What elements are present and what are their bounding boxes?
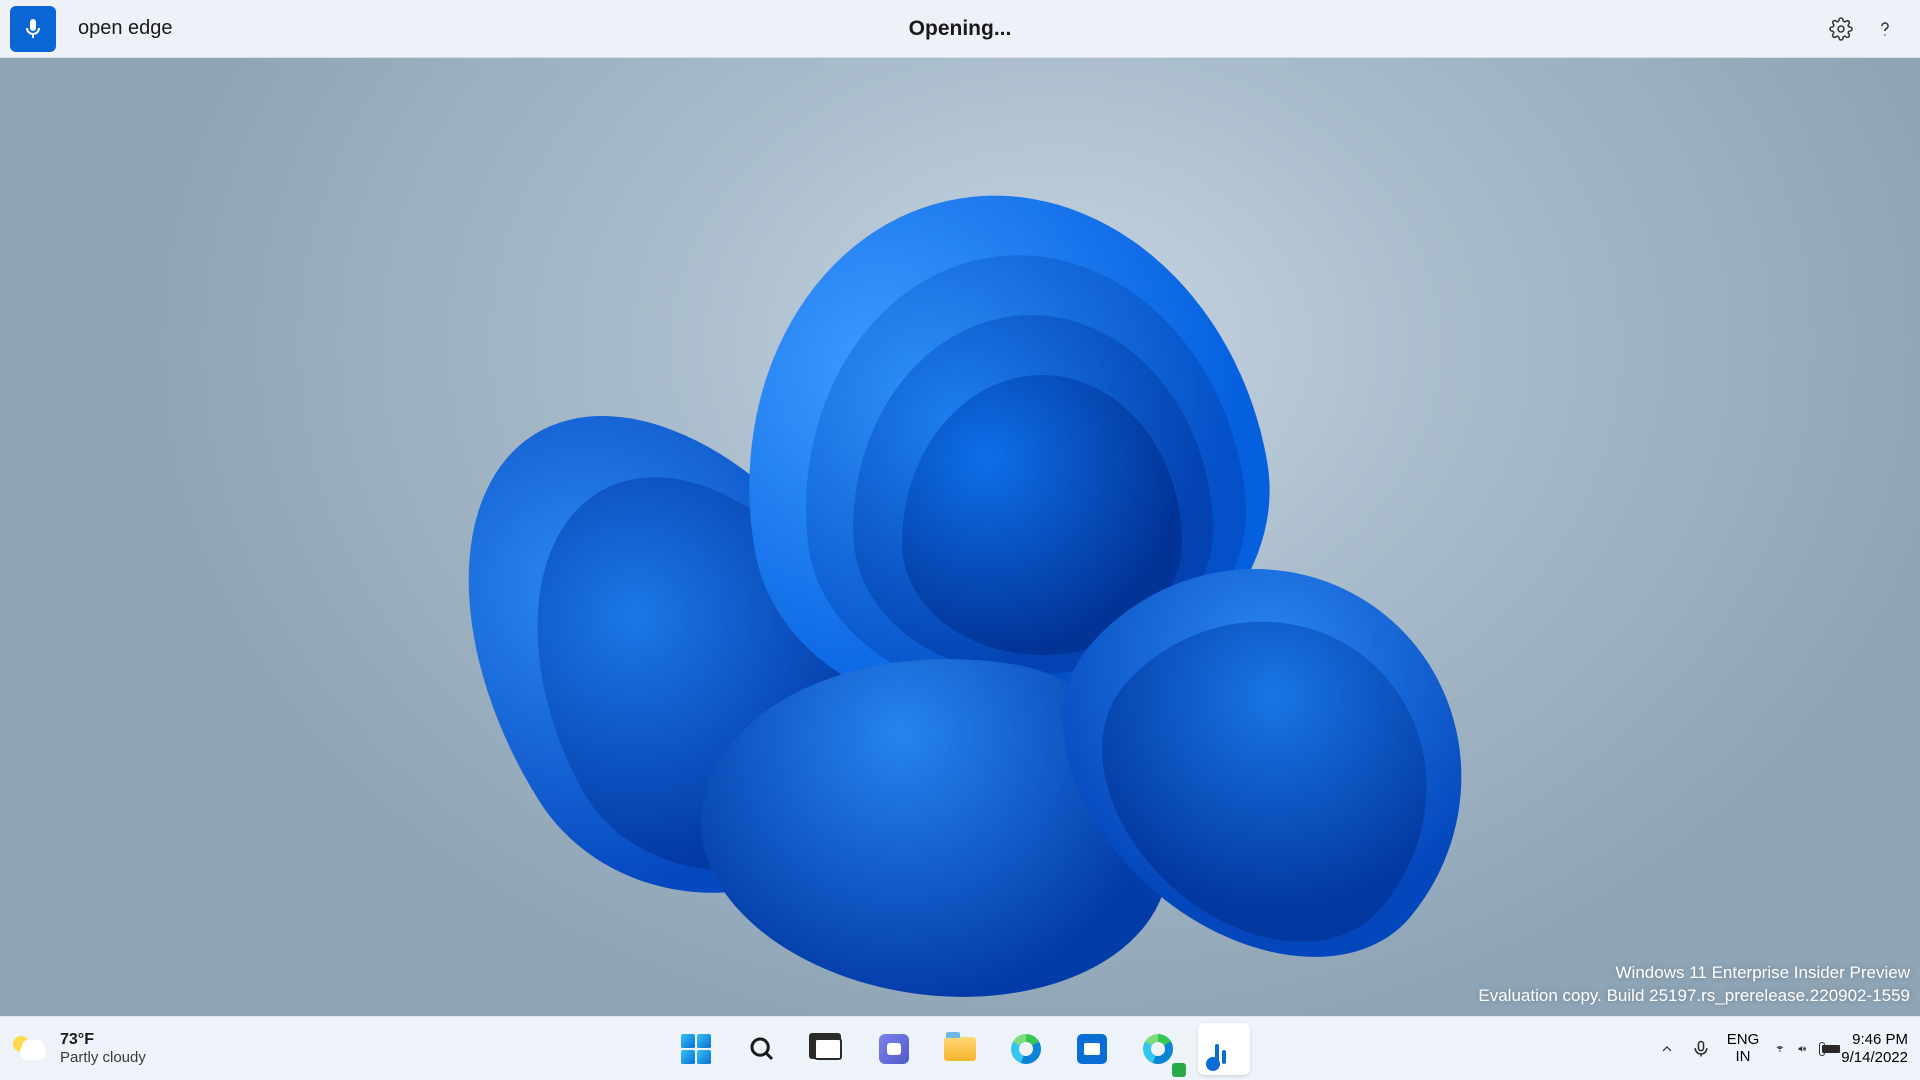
wifi-icon — [1775, 1044, 1785, 1054]
search-icon — [747, 1034, 777, 1064]
wallpaper-bloom-graphic — [422, 135, 1522, 1015]
help-button[interactable] — [1872, 16, 1898, 42]
microphone-icon — [21, 17, 45, 41]
settings-button[interactable] — [1828, 16, 1854, 42]
voice-command-text: open edge — [78, 17, 173, 40]
microphone-icon — [1691, 1039, 1711, 1059]
store-button[interactable] — [1066, 1023, 1118, 1075]
dev-badge-icon — [1172, 1063, 1186, 1077]
taskbar: 73°F Partly cloudy — [0, 1016, 1920, 1080]
clock-button[interactable]: 9:46 PM 9/14/2022 — [1841, 1031, 1908, 1066]
watermark-line2: Evaluation copy. Build 25197.rs_prerelea… — [1478, 985, 1910, 1008]
taskbar-center — [670, 1023, 1250, 1075]
clock-time: 9:46 PM — [1852, 1031, 1908, 1048]
folder-icon — [944, 1037, 976, 1061]
edge-dev-icon — [1143, 1034, 1173, 1064]
edge-dev-button[interactable] — [1132, 1023, 1184, 1075]
volume-icon — [1797, 1044, 1807, 1054]
quick-settings-button[interactable] — [1775, 1042, 1825, 1056]
start-icon — [681, 1034, 711, 1064]
tray-microphone-button[interactable] — [1691, 1039, 1711, 1059]
help-icon — [1873, 17, 1897, 41]
clock-date: 9/14/2022 — [1841, 1049, 1908, 1066]
weather-temperature: 73°F — [60, 1031, 146, 1049]
chat-icon — [879, 1034, 909, 1064]
language-indicator[interactable]: ENG IN — [1727, 1032, 1760, 1065]
edge-button[interactable] — [1000, 1023, 1052, 1075]
task-view-button[interactable] — [802, 1023, 854, 1075]
weather-widget[interactable]: 73°F Partly cloudy — [12, 1031, 146, 1067]
task-view-icon — [814, 1038, 842, 1060]
chat-button[interactable] — [868, 1023, 920, 1075]
weather-icon — [12, 1034, 46, 1062]
voice-access-button[interactable] — [1198, 1023, 1250, 1075]
desktop-wallpaper[interactable]: Windows 11 Enterprise Insider Preview Ev… — [0, 58, 1920, 1016]
weather-condition: Partly cloudy — [60, 1049, 146, 1066]
search-button[interactable] — [736, 1023, 788, 1075]
tray-overflow-button[interactable] — [1659, 1041, 1675, 1057]
chevron-up-icon — [1659, 1041, 1675, 1057]
edge-icon — [1011, 1034, 1041, 1064]
microphone-button[interactable] — [10, 6, 56, 52]
store-icon — [1077, 1034, 1107, 1064]
voice-status-text: Opening... — [909, 17, 1012, 41]
file-explorer-button[interactable] — [934, 1023, 986, 1075]
language-code: ENG — [1727, 1032, 1760, 1049]
start-button[interactable] — [670, 1023, 722, 1075]
watermark-line1: Windows 11 Enterprise Insider Preview — [1478, 962, 1910, 985]
voice-access-bar: open edge Opening... — [0, 0, 1920, 58]
gear-icon — [1829, 17, 1853, 41]
language-region: IN — [1736, 1049, 1751, 1066]
battery-icon — [1819, 1042, 1826, 1056]
voice-access-icon — [1209, 1034, 1239, 1064]
system-tray: ENG IN 9:46 PM 9/14/2022 — [1659, 1031, 1908, 1066]
build-watermark: Windows 11 Enterprise Insider Preview Ev… — [1478, 962, 1910, 1008]
